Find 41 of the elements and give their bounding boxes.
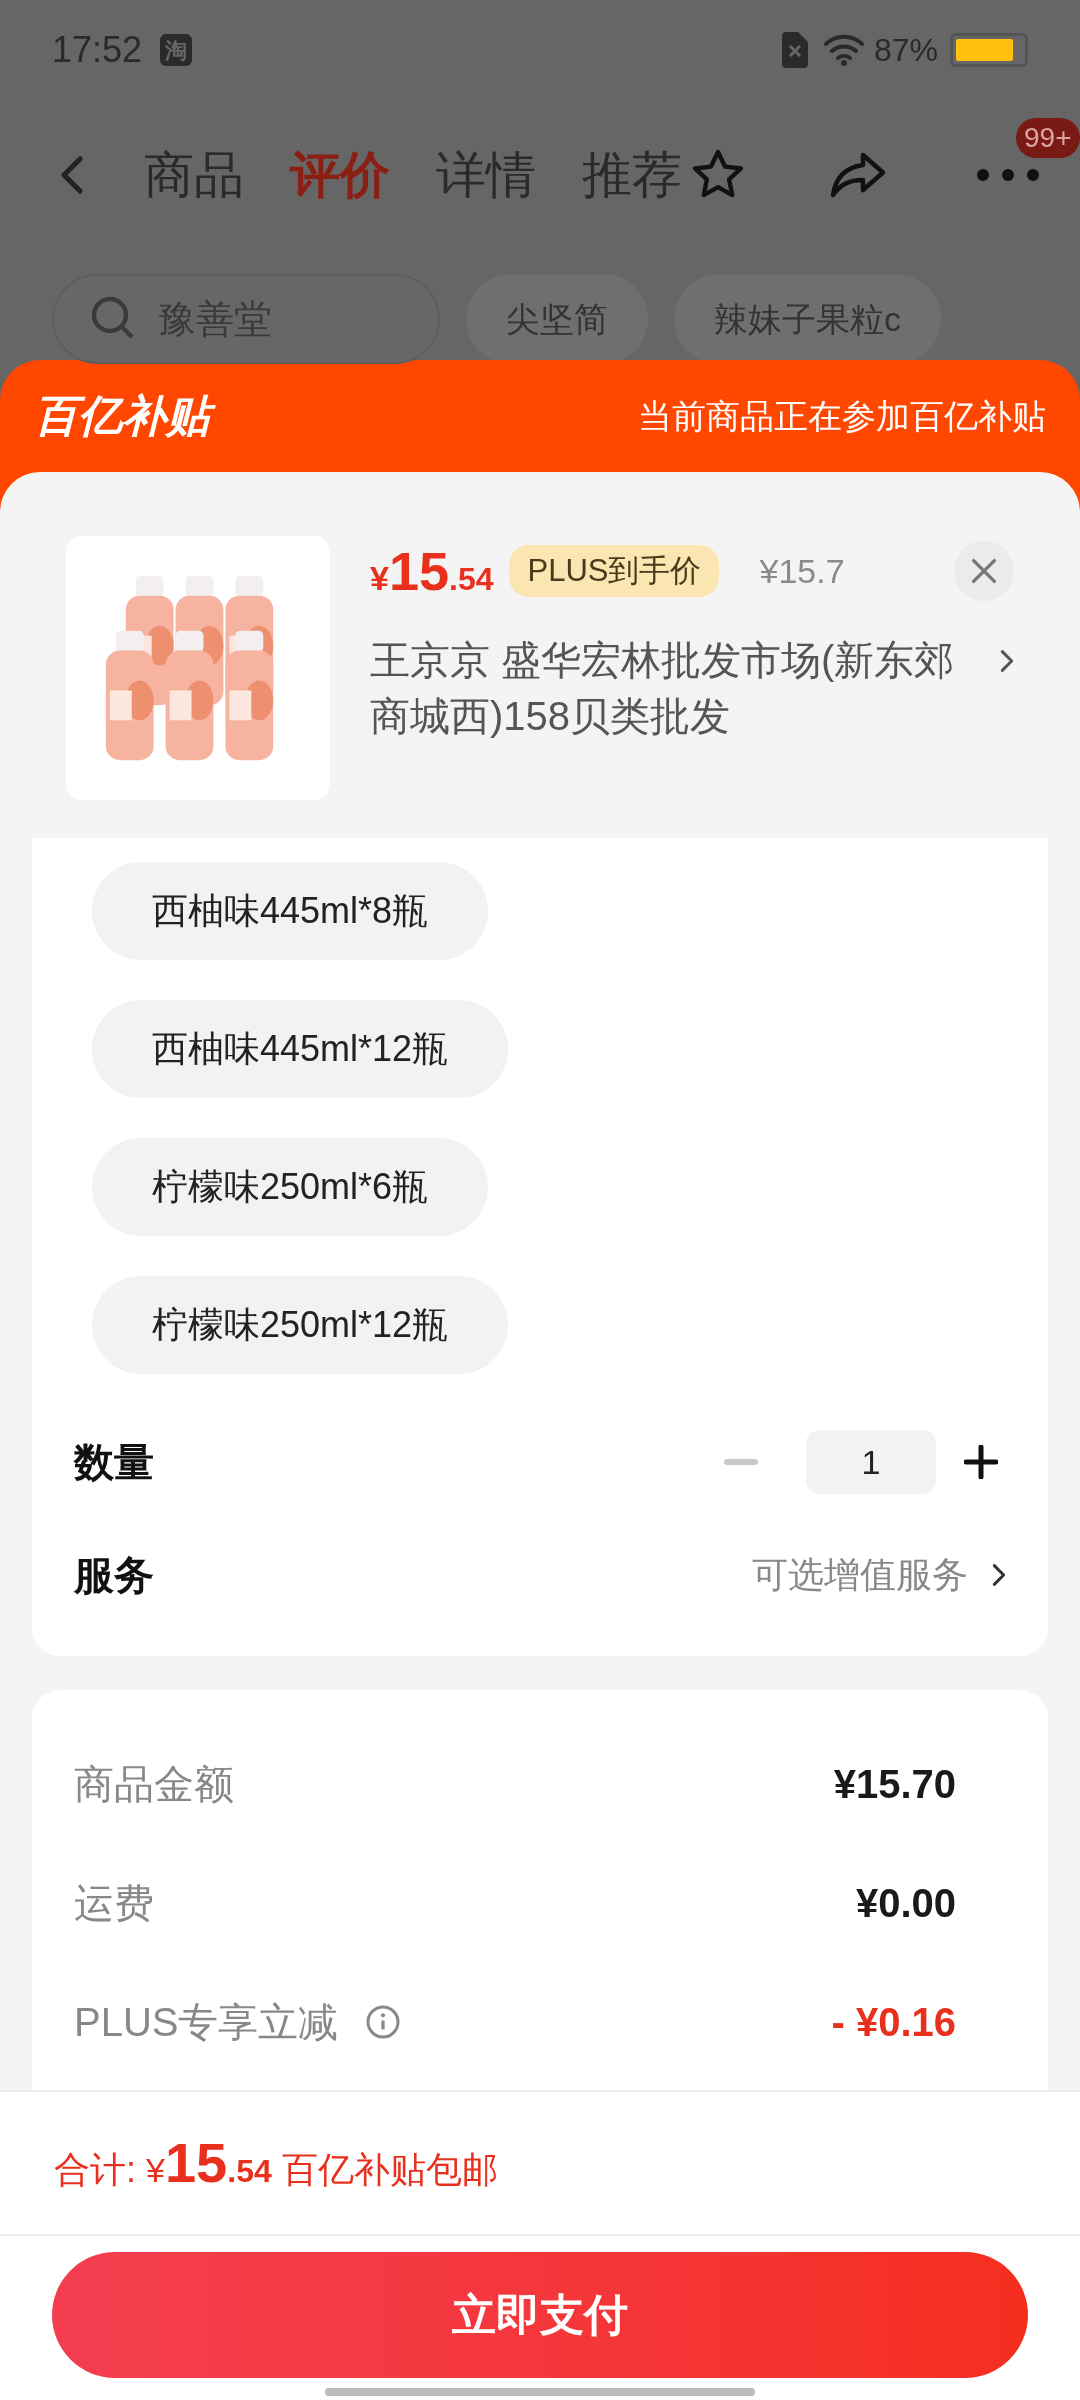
nav-tab[interactable]: 商品 xyxy=(144,137,244,213)
original-price: ¥15.7 xyxy=(759,550,845,592)
summary-label: PLUS专享立减 xyxy=(74,1998,339,2046)
banner-text: 当前商品正在参加百亿补贴 xyxy=(638,395,1046,437)
nav-tab[interactable]: 推荐 xyxy=(582,137,682,213)
nav-tab[interactable]: 详情 xyxy=(436,137,536,213)
close-icon xyxy=(971,558,997,584)
chevron-right-icon xyxy=(992,1562,1006,1588)
notification-badge: 99+ xyxy=(1016,118,1080,158)
current-price: ¥15.54 xyxy=(370,539,494,603)
summary-value: ¥15.70 xyxy=(833,1760,956,1808)
battery-percent: 87% xyxy=(873,31,938,70)
sim-icon xyxy=(781,32,808,68)
pay-button[interactable]: 立即支付 xyxy=(52,2252,1028,2378)
share-icon[interactable] xyxy=(828,150,888,200)
spec-option[interactable]: 西柚味445ml*8瓶 xyxy=(92,862,489,960)
spec-option[interactable]: 西柚味445ml*12瓶 xyxy=(92,1000,509,1098)
status-time: 17:52 xyxy=(52,28,143,72)
back-icon xyxy=(60,153,84,197)
more-icon[interactable] xyxy=(976,168,1040,182)
wifi-icon xyxy=(823,34,864,66)
chevron-right-icon xyxy=(1000,648,1014,674)
quantity-label: 数量 xyxy=(74,1439,154,1486)
service-label: 服务 xyxy=(74,1552,154,1599)
minus-icon xyxy=(724,1459,758,1465)
summary-label: 商品金额 xyxy=(74,1760,234,1808)
battery-icon xyxy=(950,33,1028,67)
quantity-field[interactable]: 1 xyxy=(806,1430,936,1494)
spec-option[interactable]: 柠檬味250ml*12瓶 xyxy=(92,1276,509,1374)
brand-logo: 百亿补贴 xyxy=(34,386,220,446)
summary-label: 运费 xyxy=(74,1879,154,1927)
total-amount: 合计: ¥15.54 百亿补贴包邮 xyxy=(54,2130,498,2196)
plus-price-tag: PLUS到手价 xyxy=(509,545,720,597)
app-notification-icon: 淘 xyxy=(160,34,193,66)
summary-value: ¥0.00 xyxy=(855,1879,956,1927)
plus-icon xyxy=(964,1445,998,1479)
spec-option[interactable]: 柠檬味250ml*6瓶 xyxy=(92,1138,489,1236)
summary-value: - ¥0.16 xyxy=(831,1998,956,2046)
service-value[interactable]: 可选增值服务 xyxy=(752,1548,968,1602)
info-icon[interactable] xyxy=(364,2003,401,2040)
shop-address[interactable]: 王京京 盛华宏林批发市场(新东郊商城西)158贝类批发 xyxy=(370,632,990,744)
